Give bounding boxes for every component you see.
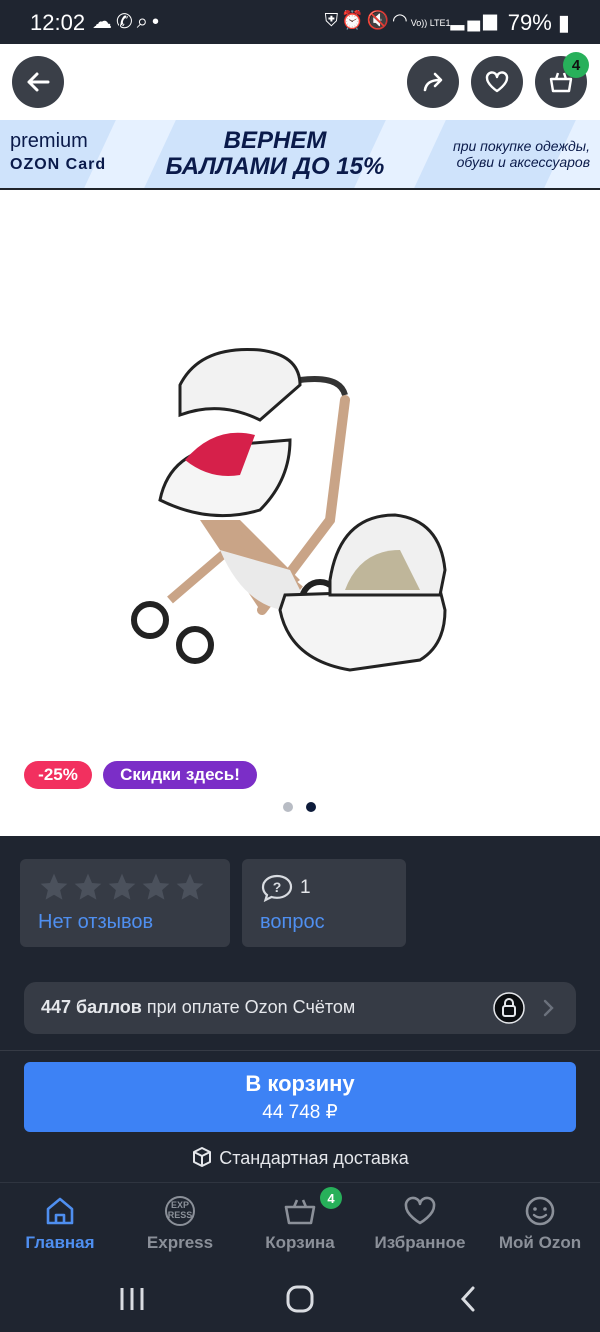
add-to-cart-price: 44 748 ₽ [262,1102,338,1123]
wifi-icon: ◠ [391,10,411,30]
search-icon: ⌕ [136,11,152,33]
section-divider [0,1050,600,1051]
back-button[interactable] [12,56,64,108]
system-nav-bar [0,1264,600,1332]
rating-stars [38,871,206,903]
tab-home-label: Главная [25,1233,95,1252]
share-button[interactable] [407,56,459,108]
home-circle-icon[interactable] [285,1284,315,1314]
star-icon [142,873,170,900]
tab-cart[interactable]: 4 Корзина [240,1183,360,1265]
gallery-dot-1[interactable] [283,802,293,812]
home-icon [46,1197,74,1225]
alarm-icon: ⏰ [341,10,367,30]
box-icon [193,1147,212,1167]
gallery-dot-2-active[interactable] [306,802,316,812]
dot-icon: • [151,11,163,33]
status-notification-icons: ☁✆⌕• [92,9,163,34]
promo-banner[interactable]: premium OZON Card ВЕРНЕМ БАЛЛАМИ ДО 15% … [0,120,600,190]
reviews-card[interactable]: Нет отзывов [20,859,230,947]
banner-headline: ВЕРНЕМ БАЛЛАМИ ДО 15% [165,127,385,180]
basket-icon [284,1199,316,1225]
mute-icon: 🔇 [366,10,392,30]
chevron-right-icon [543,999,554,1017]
points-amount: 447 баллов [41,997,142,1017]
bottom-nav: Главная EXP RESS Express 4 Корзина Избра… [0,1182,600,1265]
tab-home[interactable]: Главная [0,1183,120,1265]
whatsapp-icon: ✆ [116,11,137,33]
tab-my-ozon[interactable]: Мой Ozon [480,1183,600,1265]
add-to-cart-label: В корзину [245,1071,355,1096]
star-icon [74,873,102,900]
battery-level: 79% ▮ [507,10,570,35]
tab-my-ozon-label: Мой Ozon [498,1233,582,1252]
favorite-button[interactable] [471,56,523,108]
banner-brand-premium: premium [10,130,88,152]
delivery-info[interactable]: Стандартная доставка [0,1146,600,1169]
tab-express[interactable]: EXP RESS Express [120,1183,240,1265]
tab-cart-label: Корзина [265,1233,335,1252]
signal-icon: ▂▄▆ [450,10,500,30]
tab-cart-badge: 4 [320,1187,342,1209]
status-bar: 12:02 ☁✆⌕• ⛨⏰🔇◠Vo)) LTE1▂▄▆ 79% ▮ [0,0,600,44]
cloud-upload-icon: ☁ [92,11,116,33]
vpn-icon: ⛨ [324,10,342,30]
discount-badge: -25% [24,761,92,789]
recent-apps-icon[interactable] [117,1286,147,1312]
star-icon [40,873,68,900]
questions-link[interactable]: вопрос [260,911,325,934]
express-icon-text: EXP RESS [167,1200,193,1220]
points-description: при оплате Ozon Счётом [146,997,356,1017]
question-bubble-icon: ? [261,874,293,903]
tab-favorites-label: Избранное [374,1233,466,1252]
stroller-photo [131,347,447,672]
cart-count-badge: 4 [563,52,589,78]
promo-badge[interactable]: Скидки здесь! [103,761,257,789]
star-icon [108,873,136,900]
share-icon [423,72,443,92]
product-info-section: Нет отзывов ? 1 вопрос 447 баллов при оп… [0,836,600,1182]
add-to-cart-button[interactable]: В корзину 44 748 ₽ [24,1062,576,1132]
questions-count: 1 [300,877,311,898]
questions-card[interactable]: ? 1 вопрос [242,859,406,947]
heart-icon [404,1196,436,1225]
cart-button[interactable]: 4 [535,52,589,108]
banner-subtext: при покупке одежды, обуви и аксессуаров [453,138,590,170]
tab-express-label: Express [146,1233,214,1252]
status-system-icons: ⛨⏰🔇◠Vo)) LTE1▂▄▆ [325,10,500,31]
points-text: 447 баллов при оплате Ozon Счётом [41,997,355,1018]
product-gallery[interactable]: -25% Скидки здесь! [0,190,600,836]
ozon-account-points-row[interactable]: 447 баллов при оплате Ozon Счётом [24,982,576,1034]
tab-favorites[interactable]: Избранное [360,1183,480,1265]
top-nav: 4 [0,44,600,120]
arrow-left-icon [27,72,50,92]
delivery-label: Стандартная доставка [219,1148,409,1168]
star-icon [176,873,204,900]
back-chevron-icon[interactable] [456,1284,480,1314]
heart-icon [485,71,509,93]
smile-icon [525,1196,555,1226]
svg-text:?: ? [273,879,282,895]
banner-brand-ozon-card: OZON Card [10,156,107,173]
status-time: 12:02 [30,10,86,35]
no-reviews-link[interactable]: Нет отзывов [38,911,153,934]
volte-icon: Vo)) LTE1 [410,18,451,28]
lock-icon [493,992,525,1024]
